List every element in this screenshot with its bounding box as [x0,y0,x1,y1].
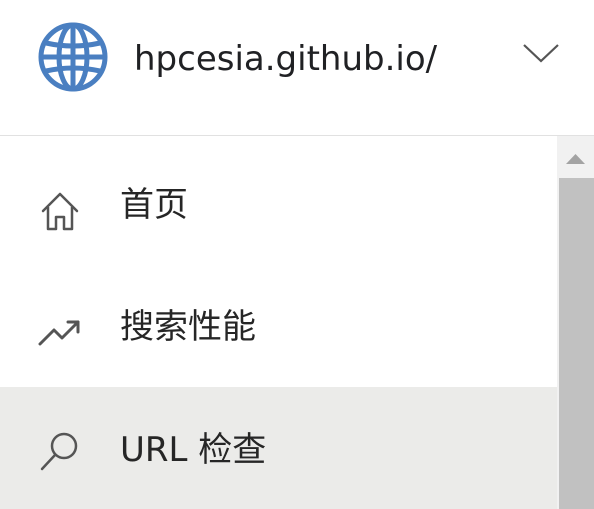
scrollbar-thumb[interactable] [559,178,594,509]
trending-up-icon [38,320,80,346]
globe-icon [38,22,108,92]
chevron-down-icon[interactable] [522,42,560,64]
scrollbar[interactable] [557,136,594,509]
sidebar-item-label: 首页 [120,185,188,225]
sidebar-item-url-inspection[interactable]: URL 检查 [0,387,557,509]
app-root: hpcesia.github.io/ 首页 搜索性能 URL 检查 [0,0,594,509]
home-icon [41,192,79,231]
sidebar-item-home[interactable]: 首页 [0,142,557,264]
sidebar-item-label: URL 检查 [120,430,267,470]
property-selector[interactable]: hpcesia.github.io/ [0,0,594,135]
sidebar-nav: 首页 搜索性能 URL 检查 [0,136,557,509]
scroll-up-arrow-icon[interactable] [557,136,594,178]
sidebar-item-search-performance[interactable]: 搜索性能 [0,264,557,386]
site-name: hpcesia.github.io/ [134,39,438,79]
search-icon [40,432,78,471]
sidebar-item-label: 搜索性能 [120,307,256,347]
